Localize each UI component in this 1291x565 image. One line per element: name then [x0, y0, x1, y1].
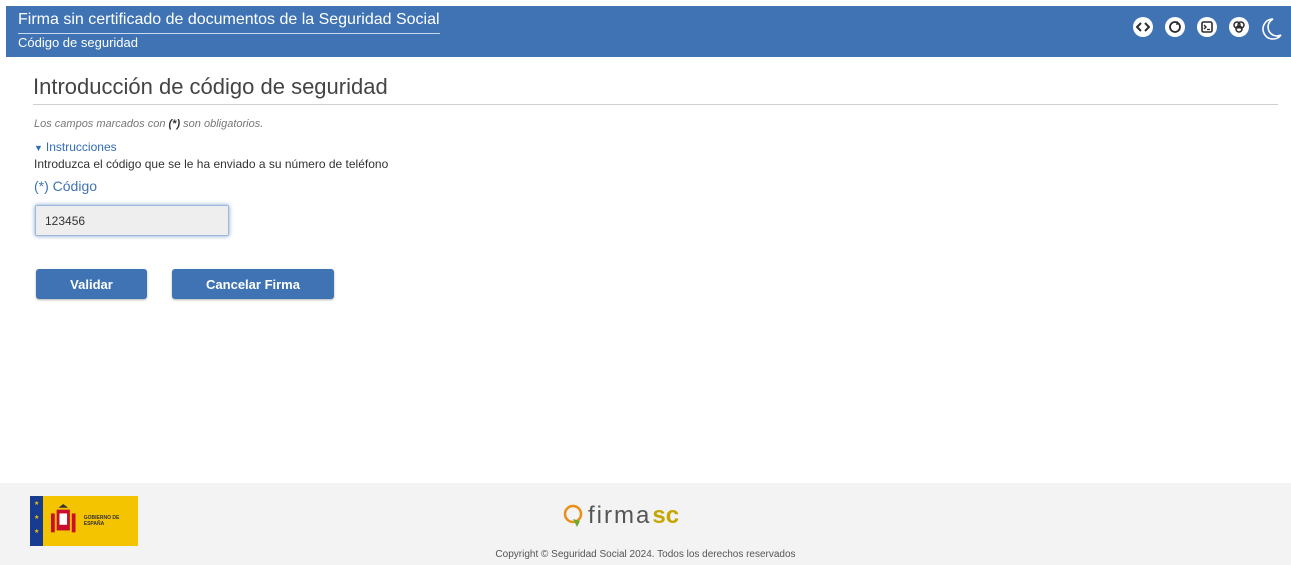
moon-icon[interactable]	[1259, 17, 1283, 41]
required-marker: (*)	[168, 118, 181, 130]
required-note-suffix: son obligatorios.	[180, 118, 264, 130]
firmasc-logo: firma sc	[562, 501, 679, 531]
code-field-label: (*) Código	[34, 178, 98, 194]
validar-button[interactable]: Validar	[36, 269, 147, 299]
copyright-text: Copyright © Seguridad Social 2024. Todos…	[495, 549, 796, 560]
required-fields-note: Los campos marcados con (*) son obligato…	[34, 118, 263, 130]
app-title: Firma sin certificado de documentos de l…	[18, 10, 440, 34]
page-title: Introducción de código de seguridad	[33, 74, 388, 99]
header-toolbar	[1121, 17, 1283, 41]
gobierno-de-espana-logo: ★ ★ ★ GOBIERNO DE ESPAÑA	[30, 496, 138, 546]
eu-flag-icon: ★ ★ ★	[30, 496, 44, 546]
cancel-signature-button[interactable]: Cancelar Firma	[172, 269, 334, 299]
triangle-down-icon: ▼	[34, 143, 43, 153]
instructions-toggle-label: Instrucciones	[45, 140, 117, 154]
instructions-text: Introduzca el código que se le ha enviad…	[34, 157, 389, 171]
accessibility-icon[interactable]	[1229, 17, 1249, 37]
firma-wordmark: firma	[588, 502, 652, 529]
top-header-bar: Firma sin certificado de documentos de l…	[6, 6, 1291, 57]
terminal-icon[interactable]	[1197, 17, 1217, 37]
coat-of-arms-icon	[51, 504, 76, 533]
firma-sc-wordmark: sc	[652, 502, 680, 529]
instructions-toggle[interactable]: ▼ Instrucciones	[34, 140, 117, 154]
page-subtitle: Código de seguridad	[18, 35, 138, 50]
code-input[interactable]	[35, 205, 229, 236]
footer: ★ ★ ★ GOBIERNO DE ESPAÑA firma sc Copyright…	[0, 483, 1291, 565]
gov-logo-text: GOBIERNO DE ESPAÑA	[83, 515, 120, 527]
firma-q-icon	[563, 504, 583, 527]
refresh-icon[interactable]	[1165, 17, 1185, 37]
required-note-prefix: Los campos marcados con	[34, 118, 169, 130]
title-divider	[33, 104, 1278, 105]
code-icon[interactable]	[1133, 17, 1153, 37]
